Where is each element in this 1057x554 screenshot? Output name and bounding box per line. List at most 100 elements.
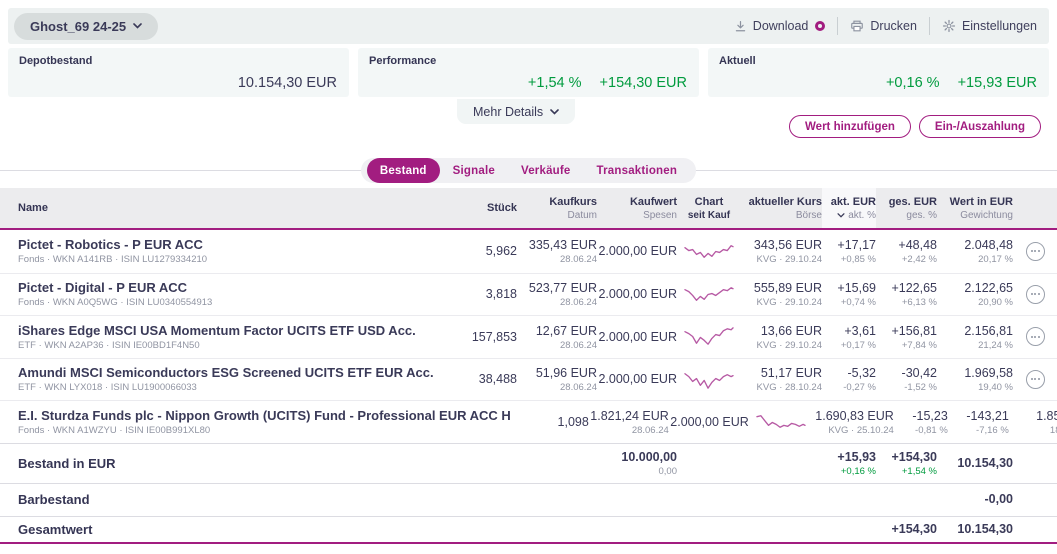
aktuell-percent: +0,16 % xyxy=(885,75,940,91)
column-header-aktueller-kurs[interactable]: aktueller Kurs Börse xyxy=(741,188,822,228)
column-header-stueck[interactable]: Stück xyxy=(439,188,517,228)
column-header-kaufwert[interactable]: Kaufwert Spesen xyxy=(597,188,677,228)
deposit-withdraw-button[interactable]: Ein-/Auszahlung xyxy=(918,115,1041,138)
footer-wert: 10.154,30 xyxy=(957,455,1013,470)
gesamtwert-wert: 10.154,30 xyxy=(957,521,1013,536)
portfolio-action-buttons: Wert hinzufügen Ein-/Auszahlung xyxy=(789,115,1041,138)
portfolio-selector[interactable]: Ghost_69 24-25 xyxy=(14,12,159,40)
column-header-akt-eur[interactable]: akt. EUR akt. % xyxy=(822,188,876,228)
tab-signale[interactable]: Signale xyxy=(440,158,508,183)
kaufkurs-cell: 335,43 EUR 28.06.24 xyxy=(528,238,597,266)
column-header-actions xyxy=(1013,188,1057,228)
name-cell: Pictet - Robotics - P EUR ACC Fonds · WK… xyxy=(0,237,439,265)
stueck-cell: 38,488 xyxy=(478,372,517,387)
tab-verkaeufe[interactable]: Verkäufe xyxy=(508,158,584,183)
fund-name-link[interactable]: E.I. Sturdza Funds plc - Nippon Growth (… xyxy=(18,408,511,424)
sparkline-chart[interactable] xyxy=(677,282,741,307)
tab-transaktionen[interactable]: Transaktionen xyxy=(584,158,691,183)
row-menu-button[interactable] xyxy=(1025,241,1045,261)
sparkline-icon xyxy=(756,415,806,429)
aktueller-kurs-cell: 1.690,83 EUR KVG · 25.10.24 xyxy=(815,408,894,436)
tab-bestand[interactable]: Bestand xyxy=(366,158,440,183)
print-label: Drucken xyxy=(870,19,917,33)
chevron-down-icon xyxy=(133,23,142,29)
column-header-name[interactable]: Name xyxy=(0,188,439,228)
table-row: iShares Edge MSCI USA Momentum Factor UC… xyxy=(0,315,1057,358)
akt-eur-cell: -15,23 -0,81 % xyxy=(912,408,948,436)
footer-kaufwert: 10.000,00 0,00 xyxy=(621,449,677,478)
column-header-chart[interactable]: Chart seit Kauf xyxy=(677,188,741,228)
name-cell: Amundi MSCI Semiconductors ESG Screened … xyxy=(0,365,439,393)
sparkline-chart[interactable] xyxy=(677,239,741,264)
footer-akt-eur: +15,93 +0,16 % xyxy=(837,449,876,478)
divider xyxy=(928,17,930,35)
more-details-button[interactable]: Mehr Details xyxy=(457,99,576,124)
wert-in-eur-cell: 2.156,81 21,24 % xyxy=(964,323,1013,351)
fund-meta: Fonds · WKN A1WZYU · ISIN IE00B991XL80 xyxy=(18,424,211,436)
print-button[interactable]: Drucken xyxy=(850,19,917,33)
sparkline-chart[interactable] xyxy=(677,324,741,349)
kaufwert-cell: 2.000,00 EUR xyxy=(670,414,749,429)
fund-name-link[interactable]: Pictet - Digital - P EUR ACC xyxy=(18,280,439,296)
header-band: Ghost_69 24-25 Download Drucken Einstell… xyxy=(8,8,1049,44)
fund-name-link[interactable]: Pictet - Robotics - P EUR ACC xyxy=(18,237,439,253)
kaufwert-cell: 2.000,00 EUR xyxy=(598,287,677,302)
name-cell: iShares Edge MSCI USA Momentum Factor UC… xyxy=(0,323,439,351)
card-label: Performance xyxy=(369,55,437,67)
column-header-kaufkurs[interactable]: Kaufkurs Datum xyxy=(517,188,597,228)
footer-row-barbestand: Barbestand -0,00 xyxy=(0,482,1057,516)
download-icon xyxy=(735,20,745,31)
card-label: Aktuell xyxy=(719,55,756,67)
row-menu-button[interactable] xyxy=(1025,327,1045,347)
download-button[interactable]: Download xyxy=(734,19,826,33)
kaufkurs-cell: 12,67 EUR 28.06.24 xyxy=(535,323,597,351)
table-row: Amundi MSCI Semiconductors ESG Screened … xyxy=(0,357,1057,401)
akt-eur-cell: +17,17 +0,85 % xyxy=(837,238,876,266)
tabs-row: Bestand Signale Verkäufe Transaktionen xyxy=(0,158,1057,184)
name-cell: Pictet - Digital - P EUR ACC Fonds · WKN… xyxy=(0,280,439,308)
sparkline-icon xyxy=(684,372,734,389)
footer-label: Barbestand xyxy=(18,492,90,507)
aktuell-value: +15,93 EUR xyxy=(957,75,1037,91)
fund-name-link[interactable]: iShares Edge MSCI USA Momentum Factor UC… xyxy=(18,323,439,339)
kaufwert-cell: 2.000,00 EUR xyxy=(598,372,677,387)
depot-balance-value: 10.154,30 EUR xyxy=(237,75,337,91)
row-menu-button[interactable] xyxy=(1025,369,1045,389)
wert-in-eur-cell: 2.122,65 20,90 % xyxy=(964,281,1013,309)
chevron-down-icon xyxy=(550,108,559,115)
fund-name-link[interactable]: Amundi MSCI Semiconductors ESG Screened … xyxy=(18,365,439,381)
stueck-cell: 1,098 xyxy=(557,414,589,429)
column-header-wert-in-eur[interactable]: Wert in EUR Gewichtung xyxy=(937,188,1013,228)
kaufkurs-cell: 51,96 EUR 28.06.24 xyxy=(535,366,597,394)
depot-page: Ghost_69 24-25 Download Drucken Einstell… xyxy=(0,0,1057,554)
row-menu-button[interactable] xyxy=(1025,284,1045,304)
sparkline-chart[interactable] xyxy=(677,367,741,392)
footer-row-gesamtwert: Gesamtwert +154,30 10.154,30 xyxy=(0,515,1057,544)
summary-cards: Depotbestand 10.154,30 EUR Performance +… xyxy=(8,48,1049,97)
table-row: Pictet - Digital - P EUR ACC Fonds · WKN… xyxy=(0,272,1057,316)
fund-meta: ETF · WKN A2AP36 · ISIN IE00BD1F4N50 xyxy=(18,339,200,351)
wert-in-eur-cell: 1.856,79 18,29 % xyxy=(1036,408,1057,436)
fund-meta: Fonds · WKN A0Q5WG · ISIN LU0340554913 xyxy=(18,297,213,309)
performance-card: Performance +1,54 % +154,30 EUR xyxy=(358,48,699,97)
sort-chevron-icon xyxy=(837,212,845,218)
aktueller-kurs-cell: 51,17 EUR KVG · 28.10.24 xyxy=(756,366,822,394)
sparkline-chart[interactable] xyxy=(749,409,813,434)
table-row: Pictet - Robotics - P EUR ACC Fonds · WK… xyxy=(0,230,1057,273)
footer-row-bestand: Bestand in EUR 10.000,00 0,00 +15,93 +0,… xyxy=(0,442,1057,483)
add-value-button[interactable]: Wert hinzufügen xyxy=(789,115,911,138)
wert-in-eur-cell: 2.048,48 20,17 % xyxy=(964,238,1013,266)
aktueller-kurs-cell: 13,66 EUR KVG · 29.10.24 xyxy=(756,323,822,351)
card-label: Depotbestand xyxy=(19,55,93,67)
performance-value: +154,30 EUR xyxy=(599,75,687,91)
actions-cell xyxy=(1013,327,1057,347)
download-label: Download xyxy=(752,19,809,33)
settings-button[interactable]: Einstellungen xyxy=(942,19,1037,33)
akt-eur-cell: -5,32 -0,27 % xyxy=(843,366,876,394)
ges-eur-cell: -143,21 -7,16 % xyxy=(966,408,1009,436)
column-header-ges-eur[interactable]: ges. EUR ges. % xyxy=(876,188,937,228)
tab-group: Bestand Signale Verkäufe Transaktionen xyxy=(360,158,697,183)
gear-icon xyxy=(942,19,956,33)
kaufwert-cell: 2.000,00 EUR xyxy=(598,329,677,344)
ges-eur-cell: +156,81 +7,84 % xyxy=(891,323,937,351)
